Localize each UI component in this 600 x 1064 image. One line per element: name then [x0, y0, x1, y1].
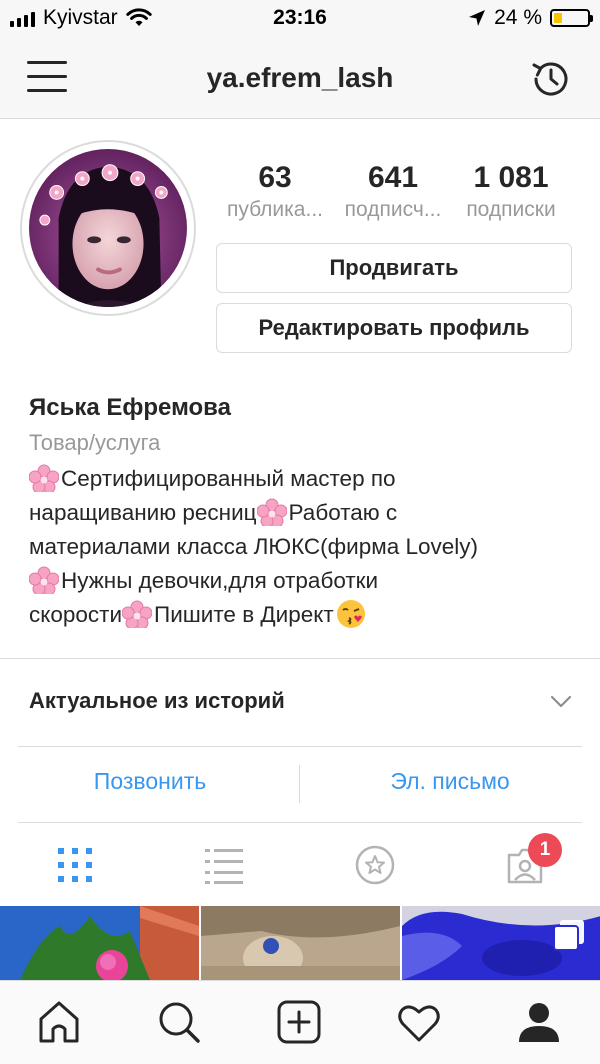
multiple-photos-icon [553, 920, 584, 951]
posts-count-label: публика... [226, 198, 323, 221]
following-count-label: подписки [466, 198, 556, 221]
profile-category: Товар/услуга [29, 430, 161, 455]
followers-count-label: подписч... [344, 198, 442, 221]
new-post-icon[interactable] [276, 999, 322, 1045]
search-icon[interactable] [156, 999, 202, 1045]
following-count[interactable]: 1 081 подписки [452, 160, 570, 222]
story-highlights-toggle[interactable]: Актуальное из историй [29, 688, 285, 714]
followers-count-value: 641 [367, 161, 419, 194]
profile-navbar: ya.efrem_lash [0, 40, 600, 119]
activity-heart-icon[interactable] [396, 999, 442, 1045]
cherry-blossom-emoji-icon [29, 464, 59, 492]
bio-line-2a: наращиванию ресниц [29, 500, 257, 525]
cherry-blossom-emoji-icon [29, 566, 59, 594]
section-divider [18, 746, 582, 747]
tagged-notification-badge: 1 [528, 833, 562, 867]
followers-count[interactable]: 641 подписч... [334, 160, 452, 222]
status-bar: Kyivstar 23:16 24 % [0, 0, 600, 40]
profile-avatar-ring[interactable] [20, 140, 196, 316]
posts-count-value: 63 [258, 161, 292, 194]
bio-line-3: материалами класса ЛЮКС(фирма Lovely) [29, 534, 479, 559]
post-thumbnail[interactable] [0, 906, 199, 980]
profile-full-name: Яська Ефремова [29, 394, 231, 421]
profile-stats: 63 публика... 641 подписч... 1 081 подпи… [216, 160, 572, 222]
list-view-icon[interactable] [204, 845, 244, 885]
call-button[interactable]: Позвонить [0, 768, 300, 795]
promote-button[interactable]: Продвигать [216, 243, 572, 293]
email-button[interactable]: Эл. письмо [300, 768, 600, 795]
bottom-tab-bar [0, 980, 600, 1064]
battery-percent: 24 % [494, 6, 542, 29]
cherry-blossom-emoji-icon [256, 498, 287, 526]
avatar [29, 149, 187, 307]
bio-line-4: Нужны девочки,для отработки [61, 568, 379, 593]
post-thumbnail[interactable] [201, 906, 400, 980]
status-right: 24 % [468, 6, 593, 30]
profile-username: ya.efrem_lash [206, 62, 394, 93]
section-divider [18, 822, 582, 823]
section-divider [0, 658, 600, 659]
cherry-blossom-emoji-icon [122, 600, 153, 628]
photo-grid [0, 906, 600, 980]
bio-line-5b: Пишите в Директ [154, 602, 334, 627]
following-count-value: 1 081 [473, 161, 549, 194]
saved-star-icon[interactable] [355, 845, 395, 885]
bio-line-1: Сертифицированный мастер по [61, 466, 396, 491]
battery-icon [550, 9, 593, 27]
home-icon[interactable] [36, 999, 82, 1045]
archive-history-icon[interactable] [528, 56, 574, 102]
bio-line-2b: Работаю с [288, 500, 398, 525]
chevron-down-icon[interactable] [550, 690, 572, 712]
edit-profile-button[interactable]: Редактировать профиль [216, 303, 572, 353]
kissing-face-emoji-icon [336, 600, 365, 628]
bio-line-5a: скорости [29, 602, 123, 627]
location-arrow-icon [469, 10, 486, 26]
profile-bio: Сертифицированный мастер по наращиванию … [29, 462, 589, 632]
posts-count[interactable]: 63 публика... [216, 160, 334, 222]
grid-view-icon[interactable] [55, 845, 95, 885]
profile-icon[interactable] [516, 999, 562, 1045]
